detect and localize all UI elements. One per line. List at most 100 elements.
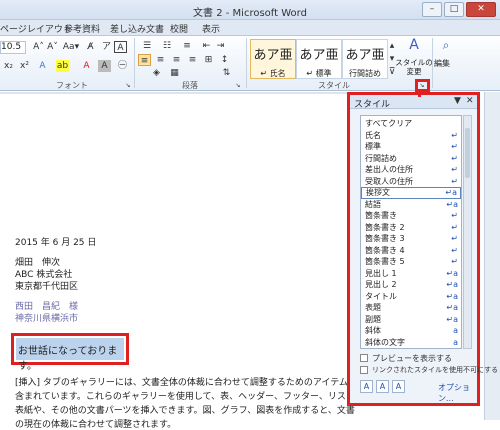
style-list-item[interactable]: 氏名 ↵ bbox=[361, 130, 461, 142]
style-box-name[interactable]: あア亜 ↵ 氏名 bbox=[250, 39, 296, 79]
ribbon-tabs: ページレイアウト 参考資料 差し込み文書 校閲 表示 bbox=[0, 20, 500, 36]
ruler bbox=[0, 92, 350, 94]
style-list-item[interactable]: 受取人の住所 ↵ bbox=[361, 176, 461, 188]
style-list-item[interactable]: 挨拶文 ↵a bbox=[361, 187, 461, 199]
style-type-icon: ↵a bbox=[445, 188, 457, 197]
style-item-label: 結語 bbox=[365, 199, 381, 209]
paragraph-dialog-launcher-icon[interactable]: ↘ bbox=[234, 80, 242, 89]
scroll-thumb[interactable] bbox=[465, 128, 470, 178]
style-item-label: 副題 bbox=[365, 314, 381, 324]
superscript-icon[interactable]: x² bbox=[18, 60, 31, 72]
align-right-icon[interactable]: ≡ bbox=[170, 54, 183, 66]
sort-icon[interactable]: ⇅ bbox=[220, 67, 233, 79]
change-case-button[interactable]: Aa▾ bbox=[62, 41, 80, 53]
text-effects-icon[interactable]: A bbox=[36, 60, 49, 72]
font-color-icon[interactable]: A bbox=[80, 60, 93, 72]
borders-icon[interactable]: ▦ bbox=[168, 67, 181, 79]
preview-checkbox[interactable] bbox=[360, 354, 368, 362]
style-list-item[interactable]: タイトル ↵a bbox=[361, 291, 461, 303]
style-list-item[interactable]: 箇条書き 4 ↵ bbox=[361, 245, 461, 257]
change-styles-button[interactable]: スタイルの 変更 bbox=[394, 58, 434, 76]
tab-references[interactable]: 参考資料 bbox=[64, 22, 100, 35]
subscript-icon[interactable]: x₂ bbox=[2, 60, 15, 72]
style-item-label: 斜体 bbox=[365, 326, 381, 335]
style-list-item[interactable]: 副題 ↵a bbox=[361, 314, 461, 326]
find-icon[interactable]: ⌕ bbox=[438, 39, 454, 55]
selected-greeting: お世話になっております。 bbox=[18, 346, 118, 372]
char-border-button[interactable]: A bbox=[114, 41, 127, 53]
char-shading-icon[interactable]: A bbox=[98, 60, 111, 72]
paragraph-group-label: 段落 bbox=[182, 81, 198, 90]
bullets-icon[interactable]: ☰ bbox=[138, 40, 156, 52]
pane-menu-icon[interactable]: ▼ bbox=[454, 96, 461, 106]
style-list-item[interactable]: 差出人の住所 ↵ bbox=[361, 164, 461, 176]
new-style-icon[interactable]: A bbox=[360, 380, 373, 393]
multilevel-list-icon[interactable]: ≡ bbox=[178, 40, 196, 52]
style-list-item[interactable]: 標準 ↵ bbox=[361, 141, 461, 153]
style-list-item[interactable]: 箇条書き 2 ↵ bbox=[361, 222, 461, 234]
shading-icon[interactable]: ◈ bbox=[150, 67, 163, 79]
style-box-normal[interactable]: あア亜 ↵ 標準 bbox=[296, 39, 342, 79]
style-item-label: 箇条書き 5 bbox=[365, 257, 405, 266]
style-type-icon: ↵ bbox=[451, 211, 458, 220]
preview-label: プレビューを表示する bbox=[372, 354, 452, 363]
tab-review[interactable]: 校閲 bbox=[170, 22, 188, 35]
maximize-button[interactable]: □ bbox=[444, 2, 464, 17]
style-type-icon: a bbox=[453, 337, 458, 347]
style-item-label: 箇条書き 3 bbox=[365, 234, 405, 243]
style-list[interactable]: すべてクリア 氏名 ↵ 標準 ↵ 行間詰め ↵ 差出人の住所 ↵ 受取人の住所 ↵ 挨拶文 ↵a 結語 ↵a… bbox=[360, 115, 462, 349]
change-styles-icon[interactable]: A bbox=[404, 38, 424, 57]
body-line: 表紙や、その他の文書パーツを挿入できます。図、グラフ、図表を作成すると、文書 bbox=[15, 406, 355, 416]
style-list-item[interactable]: 斜体の文字 a bbox=[361, 337, 461, 349]
pane-close-icon[interactable]: ✕ bbox=[466, 96, 474, 106]
clear-format-button[interactable]: A̸ bbox=[84, 41, 97, 53]
body-line: [挿入] タブのギャラリーには、文書全体の体裁に合わせて調整するためのアイテムが bbox=[15, 378, 357, 388]
minimize-button[interactable]: – bbox=[422, 2, 442, 17]
style-type-icon: ↵ bbox=[451, 222, 458, 232]
increase-indent-icon[interactable]: ⇥ bbox=[214, 40, 227, 52]
style-list-item[interactable]: 表題 ↵a bbox=[361, 302, 461, 314]
style-list-item[interactable]: 見出し 2 ↵a bbox=[361, 279, 461, 291]
style-list-item[interactable]: すべてクリア bbox=[361, 118, 461, 130]
close-button[interactable]: ✕ bbox=[466, 2, 496, 17]
gallery-up-icon[interactable]: ▴ bbox=[388, 40, 396, 52]
tab-mailings[interactable]: 差し込み文書 bbox=[110, 22, 164, 35]
style-group-label: スタイル bbox=[318, 81, 350, 90]
align-center-icon[interactable]: ≡ bbox=[154, 54, 167, 66]
style-inspector-icon[interactable]: A bbox=[376, 380, 389, 393]
style-type-icon: ↵a bbox=[446, 268, 458, 278]
style-list-scrollbar[interactable] bbox=[463, 115, 472, 349]
style-item-label: 挨拶文 bbox=[366, 188, 390, 197]
style-list-item[interactable]: 見出し 1 ↵a bbox=[361, 268, 461, 280]
numbering-icon[interactable]: ☷ bbox=[158, 40, 176, 52]
line-spacing-icon[interactable]: ↕ bbox=[218, 54, 231, 66]
highlight-icon[interactable]: ab bbox=[56, 60, 69, 72]
style-list-item[interactable]: 箇条書き 5 ↵ bbox=[361, 256, 461, 268]
style-list-item[interactable]: 結語 ↵a bbox=[361, 199, 461, 211]
style-item-label: 箇条書き bbox=[365, 211, 397, 220]
style-name: 行間詰め bbox=[349, 69, 381, 78]
linked-styles-checkbox[interactable] bbox=[360, 366, 368, 374]
style-list-item[interactable]: 箇条書き 3 ↵ bbox=[361, 233, 461, 245]
style-list-item[interactable]: 行間詰め ↵ bbox=[361, 153, 461, 165]
style-type-icon: ↵ bbox=[451, 165, 458, 174]
font-size-select[interactable]: 10.5 bbox=[0, 41, 26, 54]
selected-text-box[interactable]: お世話になっております。 bbox=[11, 333, 129, 372]
font-dialog-launcher-icon[interactable]: ↘ bbox=[124, 80, 132, 89]
style-box-no-spacing[interactable]: あア亜 行間詰め bbox=[342, 39, 388, 79]
justify-icon[interactable]: ≡ bbox=[186, 54, 199, 66]
decrease-indent-icon[interactable]: ⇤ bbox=[200, 40, 213, 52]
tab-page-layout[interactable]: ページレイアウト bbox=[0, 22, 72, 35]
enclose-char-icon[interactable]: ㊀ bbox=[116, 60, 129, 72]
manage-styles-icon[interactable]: A bbox=[392, 380, 405, 393]
style-list-item[interactable]: 斜体 a bbox=[361, 325, 461, 337]
options-link[interactable]: オプション... bbox=[438, 382, 477, 404]
edit-button[interactable]: 編集 bbox=[434, 58, 450, 69]
grow-font-button[interactable]: A˄ bbox=[32, 41, 45, 53]
shrink-font-button[interactable]: A˅ bbox=[46, 41, 59, 53]
distributed-icon[interactable]: ⊞ bbox=[202, 54, 215, 66]
tab-view[interactable]: 表示 bbox=[202, 22, 220, 35]
style-list-item[interactable]: 箇条書き ↵ bbox=[361, 210, 461, 222]
phonetic-button[interactable]: ア bbox=[100, 41, 113, 53]
align-left-icon[interactable]: ≡ bbox=[138, 54, 151, 66]
